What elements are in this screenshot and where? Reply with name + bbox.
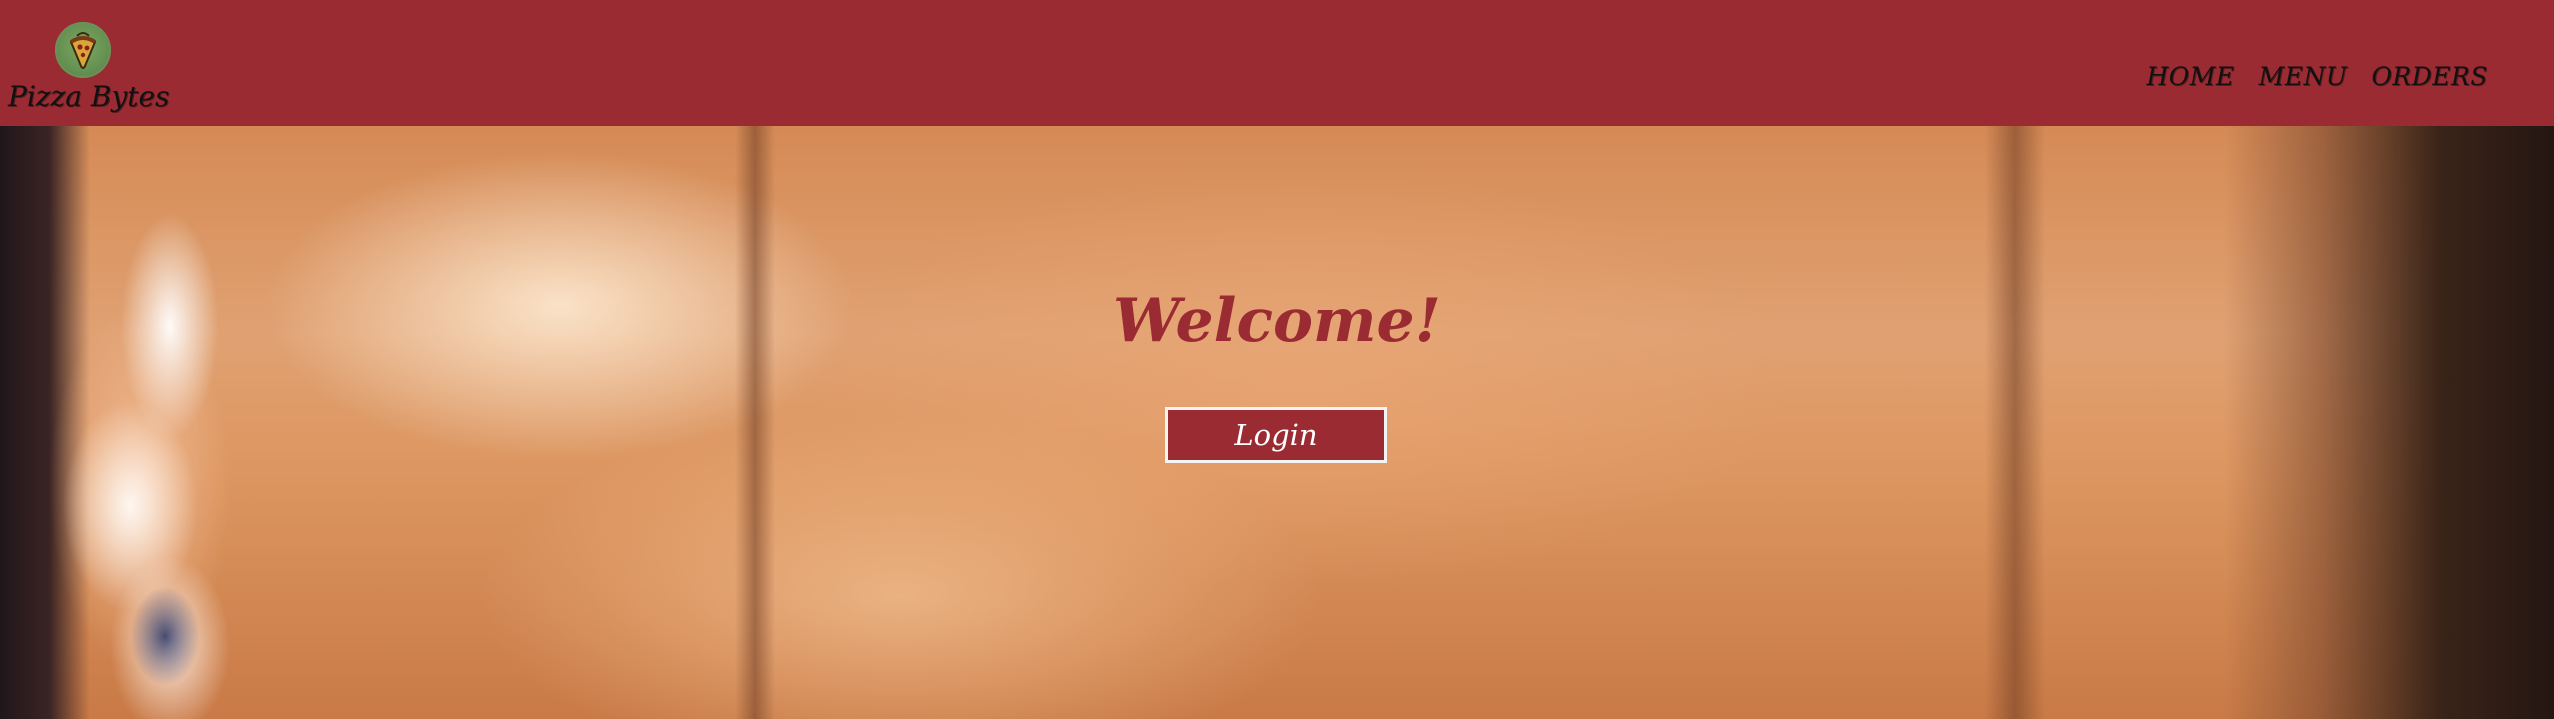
nav-menu-link[interactable]: MENU	[2259, 62, 2348, 91]
nav-orders-link[interactable]: ORDERS	[2371, 62, 2488, 91]
coal	[130, 586, 200, 686]
login-button[interactable]: Login	[1165, 407, 1387, 463]
oven-edge-right	[2224, 126, 2554, 719]
nav-home-link[interactable]: HOME	[2146, 62, 2234, 91]
main-nav: HOME MENU ORDERS	[2146, 62, 2488, 91]
brand-name[interactable]: Pizza Bytes	[8, 80, 169, 113]
welcome-heading: Welcome!	[1112, 286, 1441, 356]
pizza-slice-icon[interactable]	[55, 22, 111, 78]
hero-background-image: Welcome! Login	[0, 126, 2554, 719]
oven-pillar	[1985, 126, 2045, 719]
brand[interactable]: Pizza Bytes	[8, 22, 169, 113]
oven-pillar	[735, 126, 775, 719]
site-header: Pizza Bytes HOME MENU ORDERS	[0, 0, 2554, 126]
